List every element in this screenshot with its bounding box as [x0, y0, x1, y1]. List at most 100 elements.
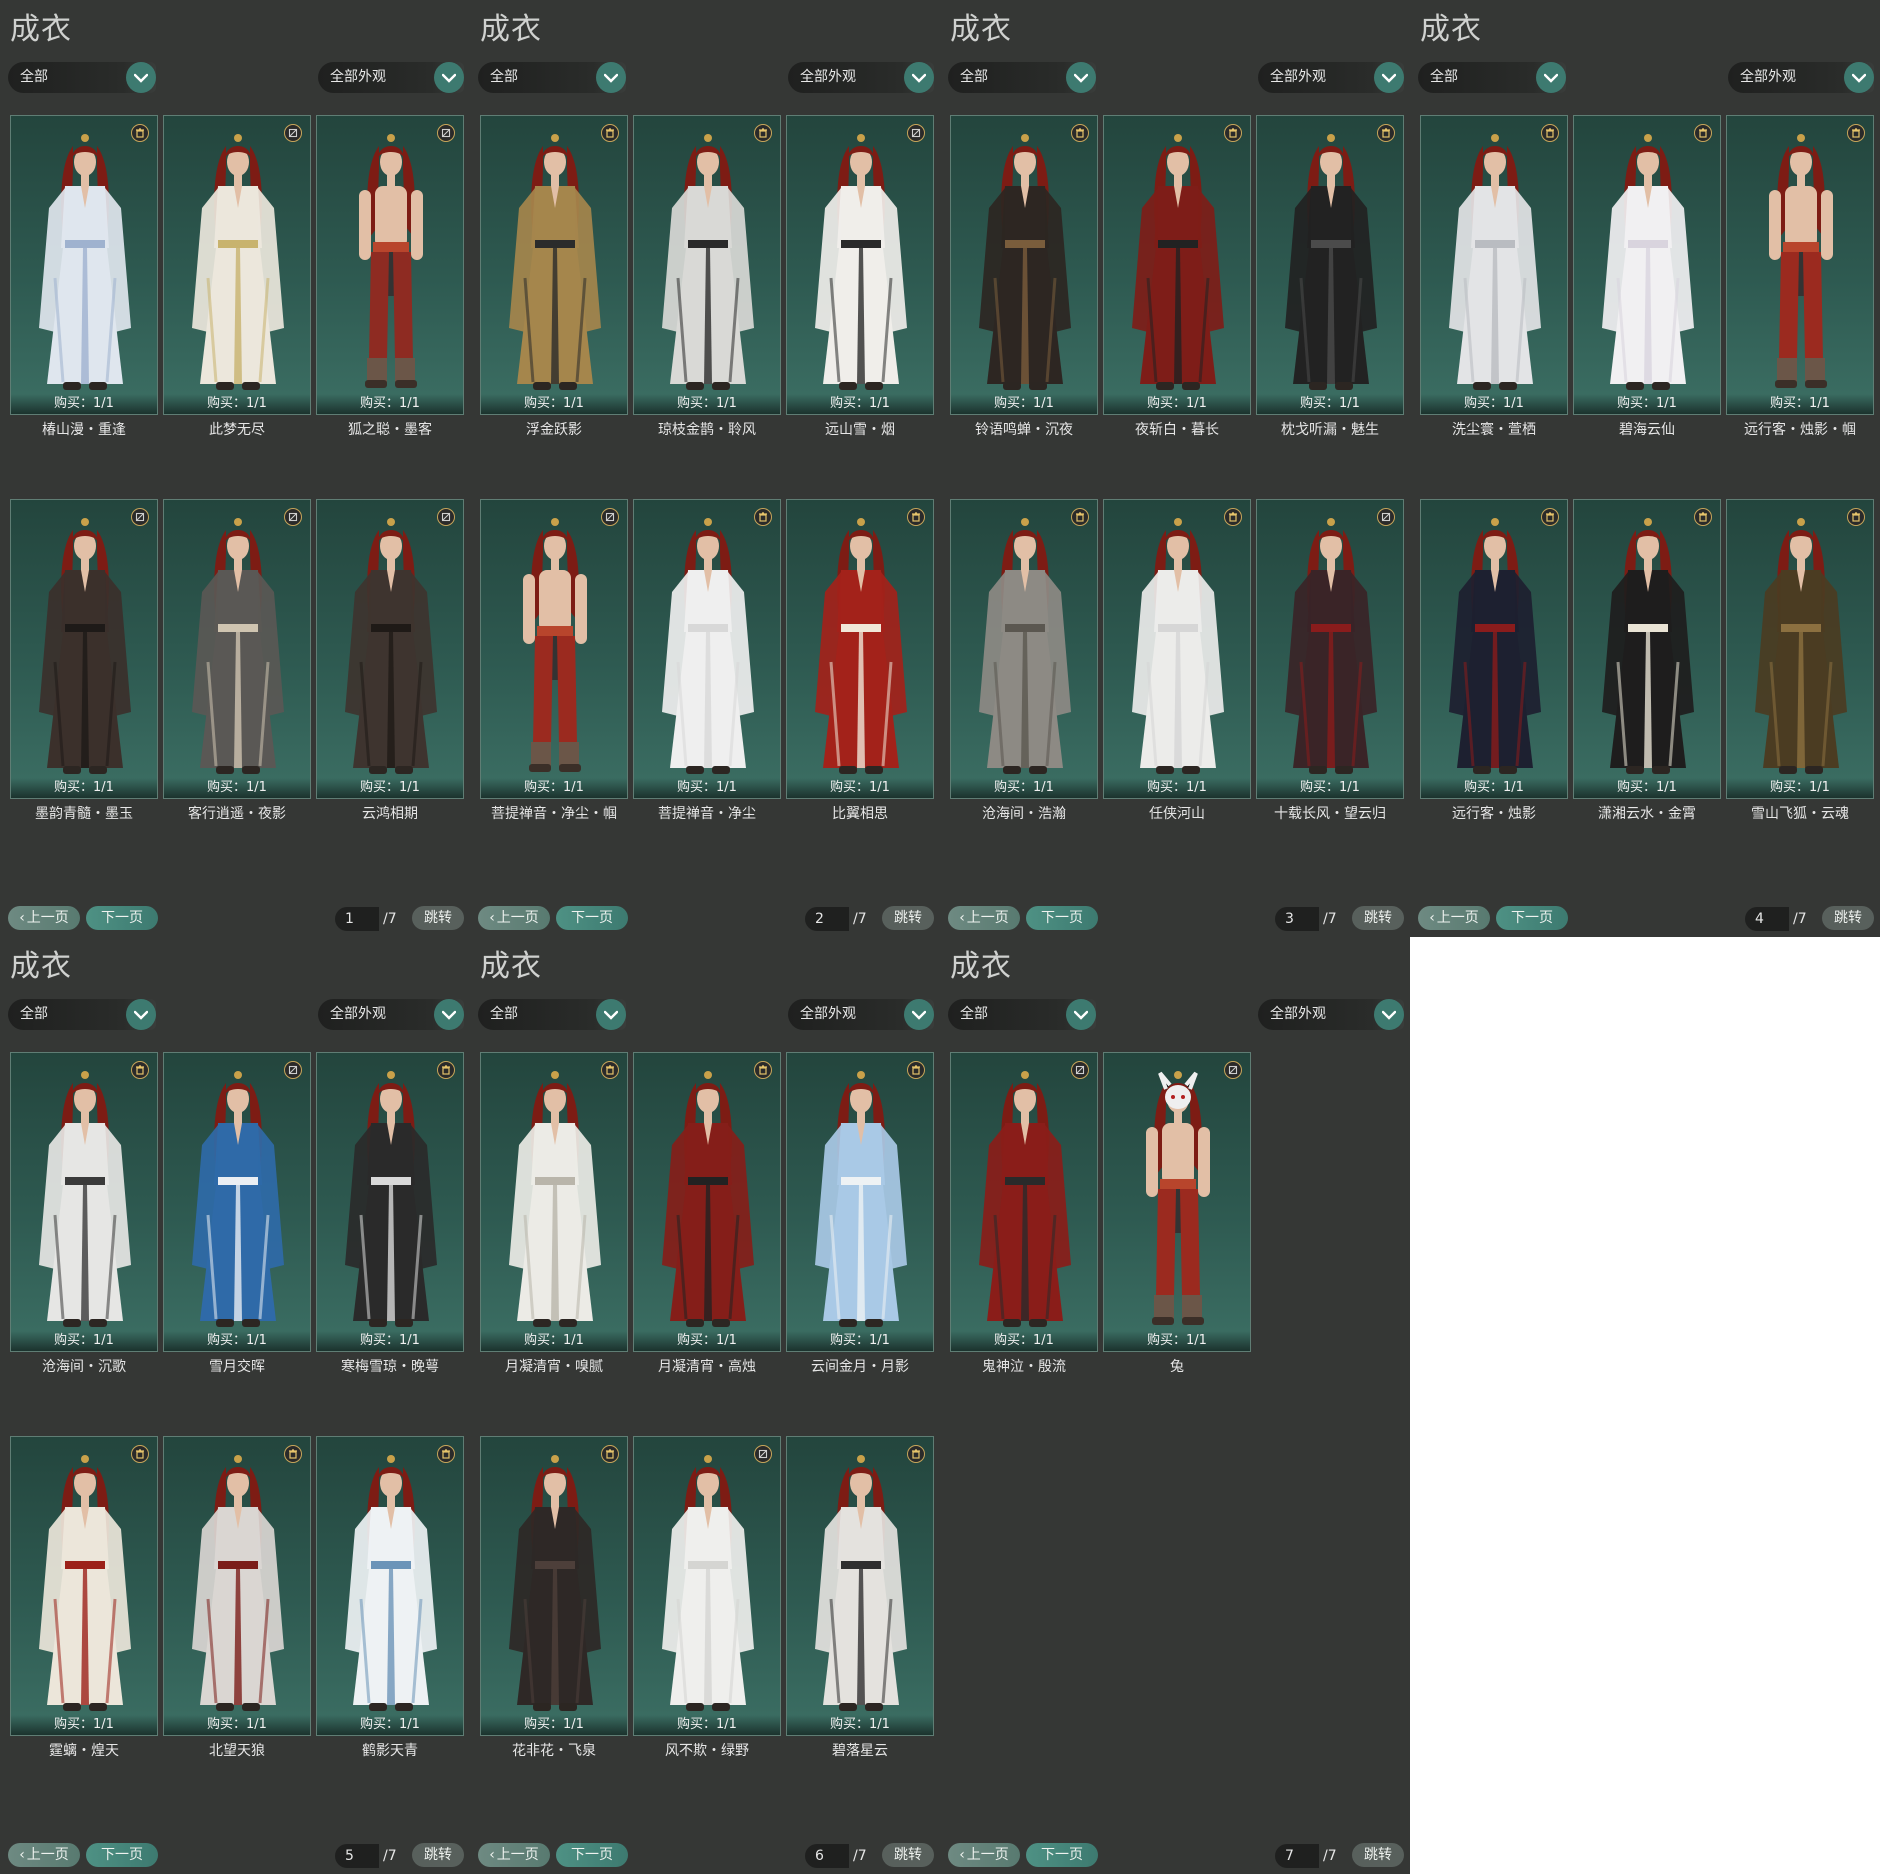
chevron-down-icon[interactable]: [1374, 62, 1404, 93]
outfit-card[interactable]: 购买：1/1: [163, 499, 311, 799]
chevron-down-icon[interactable]: [126, 62, 156, 93]
outfit-card[interactable]: 购买：1/1: [163, 1052, 311, 1352]
prev-page-button[interactable]: 上一页: [478, 906, 550, 930]
next-page-button[interactable]: 下一页: [86, 906, 158, 930]
trash-icon[interactable]: [601, 1061, 619, 1079]
outfit-card[interactable]: 购买：1/1: [633, 1052, 781, 1352]
page-number-input[interactable]: 3: [1275, 907, 1319, 931]
page-number-input[interactable]: 7: [1275, 1844, 1319, 1868]
appearance-dropdown[interactable]: 全部外观: [1728, 62, 1874, 93]
outfit-card[interactable]: 购买：1/1: [10, 115, 158, 415]
no-dye-icon[interactable]: [754, 1445, 772, 1463]
outfit-card[interactable]: 购买：1/1: [316, 1052, 464, 1352]
chevron-down-icon[interactable]: [1066, 62, 1096, 93]
outfit-card[interactable]: 购买：1/1: [786, 499, 934, 799]
outfit-card[interactable]: 购买：1/1: [480, 499, 628, 799]
prev-page-button[interactable]: 上一页: [8, 906, 80, 930]
outfit-card[interactable]: 购买：1/1: [1726, 499, 1874, 799]
jump-button[interactable]: 跳转: [1352, 906, 1404, 930]
outfit-card[interactable]: 购买：1/1: [950, 1052, 1098, 1352]
appearance-dropdown[interactable]: 全部外观: [1258, 999, 1404, 1030]
outfit-card[interactable]: 购买：1/1: [10, 1436, 158, 1736]
outfit-card[interactable]: 购买：1/1: [316, 1436, 464, 1736]
no-dye-icon[interactable]: [437, 508, 455, 526]
chevron-down-icon[interactable]: [904, 999, 934, 1030]
outfit-card[interactable]: 购买：1/1: [1420, 499, 1568, 799]
outfit-card[interactable]: 购买：1/1: [633, 115, 781, 415]
jump-button[interactable]: 跳转: [412, 1843, 464, 1867]
outfit-card[interactable]: 购买：1/1: [10, 499, 158, 799]
chevron-down-icon[interactable]: [434, 62, 464, 93]
chevron-down-icon[interactable]: [596, 999, 626, 1030]
appearance-dropdown[interactable]: 全部外观: [788, 999, 934, 1030]
chevron-down-icon[interactable]: [1066, 999, 1096, 1030]
outfit-card[interactable]: 购买：1/1: [1726, 115, 1874, 415]
no-dye-icon[interactable]: [1224, 1061, 1242, 1079]
no-dye-icon[interactable]: [284, 508, 302, 526]
jump-button[interactable]: 跳转: [882, 906, 934, 930]
next-page-button[interactable]: 下一页: [1026, 1843, 1098, 1867]
trash-icon[interactable]: [1694, 508, 1712, 526]
trash-icon[interactable]: [754, 124, 772, 142]
appearance-dropdown[interactable]: 全部外观: [318, 62, 464, 93]
outfit-card[interactable]: 购买：1/1: [316, 499, 464, 799]
next-page-button[interactable]: 下一页: [86, 1843, 158, 1867]
next-page-button[interactable]: 下一页: [1026, 906, 1098, 930]
next-page-button[interactable]: 下一页: [1496, 906, 1568, 930]
trash-icon[interactable]: [1847, 124, 1865, 142]
outfit-card[interactable]: 购买：1/1: [480, 115, 628, 415]
prev-page-button[interactable]: 上一页: [478, 1843, 550, 1867]
trash-icon[interactable]: [131, 1445, 149, 1463]
no-dye-icon[interactable]: [1071, 1061, 1089, 1079]
trash-icon[interactable]: [601, 124, 619, 142]
next-page-button[interactable]: 下一页: [556, 1843, 628, 1867]
trash-icon[interactable]: [1071, 508, 1089, 526]
outfit-card[interactable]: 购买：1/1: [950, 115, 1098, 415]
jump-button[interactable]: 跳转: [1352, 1843, 1404, 1867]
outfit-card[interactable]: 购买：1/1: [786, 115, 934, 415]
trash-icon[interactable]: [1224, 508, 1242, 526]
category-dropdown[interactable]: 全部: [1418, 62, 1566, 93]
trash-icon[interactable]: [907, 1061, 925, 1079]
outfit-card[interactable]: 购买：1/1: [786, 1436, 934, 1736]
trash-icon[interactable]: [1224, 124, 1242, 142]
trash-icon[interactable]: [1541, 508, 1559, 526]
prev-page-button[interactable]: 上一页: [948, 906, 1020, 930]
appearance-dropdown[interactable]: 全部外观: [318, 999, 464, 1030]
appearance-dropdown[interactable]: 全部外观: [788, 62, 934, 93]
next-page-button[interactable]: 下一页: [556, 906, 628, 930]
trash-icon[interactable]: [601, 1445, 619, 1463]
category-dropdown[interactable]: 全部: [8, 999, 156, 1030]
trash-icon[interactable]: [437, 1445, 455, 1463]
no-dye-icon[interactable]: [601, 508, 619, 526]
trash-icon[interactable]: [1541, 124, 1559, 142]
prev-page-button[interactable]: 上一页: [948, 1843, 1020, 1867]
outfit-card[interactable]: 购买：1/1: [480, 1436, 628, 1736]
chevron-down-icon[interactable]: [1374, 999, 1404, 1030]
no-dye-icon[interactable]: [284, 124, 302, 142]
trash-icon[interactable]: [1694, 124, 1712, 142]
chevron-down-icon[interactable]: [126, 999, 156, 1030]
no-dye-icon[interactable]: [907, 124, 925, 142]
page-number-input[interactable]: 6: [805, 1844, 849, 1868]
trash-icon[interactable]: [754, 1061, 772, 1079]
trash-icon[interactable]: [131, 1061, 149, 1079]
trash-icon[interactable]: [1377, 124, 1395, 142]
no-dye-icon[interactable]: [437, 124, 455, 142]
outfit-card[interactable]: 购买：1/1: [1103, 115, 1251, 415]
no-dye-icon[interactable]: [1377, 508, 1395, 526]
jump-button[interactable]: 跳转: [1822, 906, 1874, 930]
outfit-card[interactable]: 购买：1/1: [163, 115, 311, 415]
outfit-card[interactable]: 购买：1/1: [163, 1436, 311, 1736]
jump-button[interactable]: 跳转: [412, 906, 464, 930]
outfit-card[interactable]: 购买：1/1: [1573, 115, 1721, 415]
outfit-card[interactable]: 购买：1/1: [1420, 115, 1568, 415]
trash-icon[interactable]: [907, 1445, 925, 1463]
category-dropdown[interactable]: 全部: [478, 999, 626, 1030]
chevron-down-icon[interactable]: [434, 999, 464, 1030]
trash-icon[interactable]: [1847, 508, 1865, 526]
outfit-card[interactable]: 购买：1/1: [316, 115, 464, 415]
category-dropdown[interactable]: 全部: [948, 999, 1096, 1030]
category-dropdown[interactable]: 全部: [478, 62, 626, 93]
outfit-card[interactable]: 购买：1/1: [1256, 115, 1404, 415]
